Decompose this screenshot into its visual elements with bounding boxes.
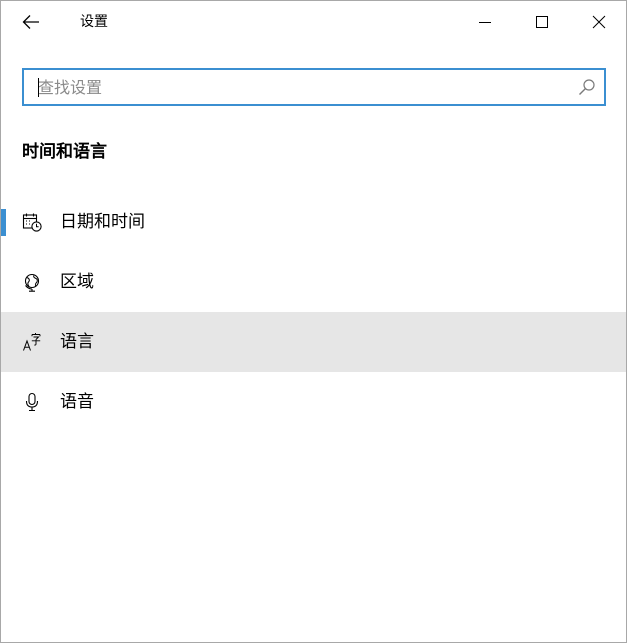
nav-item-language[interactable]: 语言 bbox=[1, 312, 626, 372]
nav-item-label: 区域 bbox=[60, 272, 94, 292]
section-title: 时间和语言 bbox=[22, 142, 107, 162]
close-icon bbox=[592, 15, 605, 29]
text-caret bbox=[38, 78, 39, 97]
minimize-icon bbox=[478, 22, 491, 23]
window-title: 设置 bbox=[80, 14, 108, 30]
minimize-button[interactable] bbox=[456, 1, 513, 43]
back-button[interactable] bbox=[1, 1, 61, 43]
maximize-icon bbox=[535, 16, 548, 28]
nav-item-label: 语音 bbox=[60, 392, 94, 412]
calendar-clock-icon bbox=[22, 213, 42, 232]
close-button[interactable] bbox=[570, 1, 627, 43]
selection-indicator bbox=[1, 209, 6, 236]
back-arrow-icon bbox=[22, 15, 39, 29]
nav-item-label: 日期和时间 bbox=[60, 212, 145, 232]
nav-item-label: 语言 bbox=[60, 332, 94, 352]
settings-window: 设置 时间和语言 bbox=[0, 0, 627, 643]
globe-icon bbox=[24, 273, 40, 292]
search-icon[interactable] bbox=[578, 78, 596, 96]
maximize-button[interactable] bbox=[513, 1, 570, 43]
search-input[interactable] bbox=[26, 72, 566, 102]
nav-item-date-time[interactable]: 日期和时间 bbox=[1, 192, 626, 252]
nav-item-speech[interactable]: 语音 bbox=[1, 372, 626, 432]
language-icon bbox=[23, 333, 41, 351]
search-box[interactable] bbox=[22, 68, 606, 106]
nav-item-region[interactable]: 区域 bbox=[1, 252, 626, 312]
nav-list: 日期和时间 区域 语言 语音 bbox=[1, 192, 626, 432]
microphone-icon bbox=[25, 392, 39, 412]
title-bar: 设置 bbox=[1, 1, 626, 43]
